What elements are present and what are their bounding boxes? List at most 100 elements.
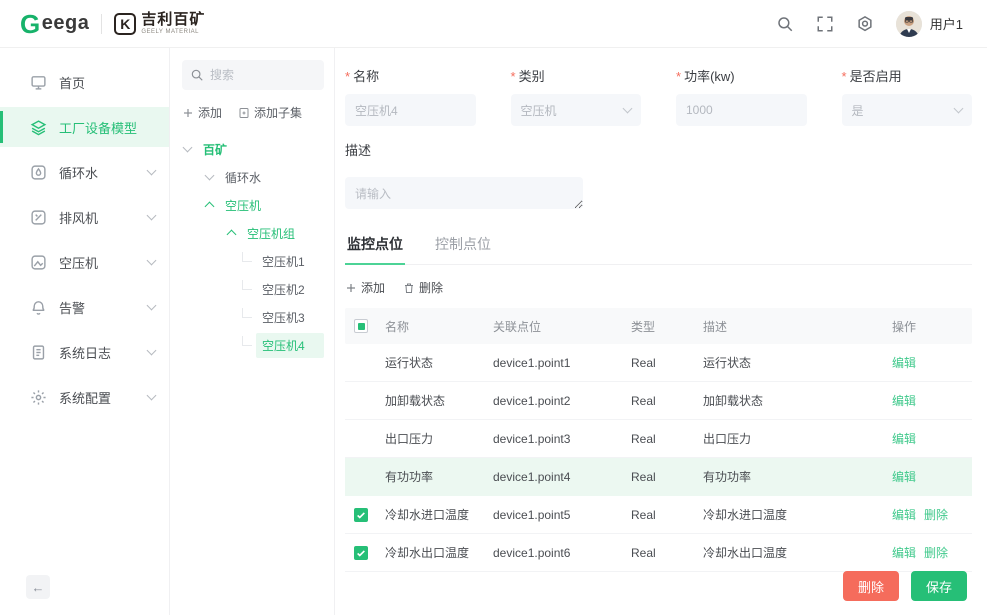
sidebar-item-air-compressor[interactable]: 空压机 [0,242,169,282]
tree-node-baikuang[interactable]: 百矿 [182,135,324,163]
monitor-points-table: 名称 关联点位 类型 描述 操作 运行状态 device1.point1 Rea… [345,308,972,572]
sidebar-item-system-log[interactable]: 系统日志 [0,332,169,372]
avatar[interactable] [896,11,922,37]
config-icon [30,389,47,406]
enabled-select[interactable]: 是 [842,94,973,126]
fullscreen-icon[interactable] [816,15,834,33]
geega-logo-text: eega [42,12,90,35]
tree-node-kongyaji2[interactable]: 空压机2 [182,275,324,303]
sidebar-item-label: 排风机 [59,208,136,227]
geega-logo: Geega [20,11,89,37]
tree-node-label: 空压机4 [256,333,324,358]
save-button[interactable]: 保存 [911,571,967,601]
chevron-down-icon [147,346,157,356]
col-header-point: 关联点位 [493,318,631,335]
plus-icon [345,282,357,294]
tree-node-kongyaji4[interactable]: 空压机4 [182,331,324,359]
tree-connector [242,280,252,290]
baikuang-logo: K 吉利百矿 GEELY MATERIAL [114,12,205,35]
table-row: 运行状态 device1.point1 Real 运行状态 编辑 [345,344,972,382]
table-delete-button[interactable]: 删除 [403,279,443,296]
edit-link[interactable]: 编辑 [892,468,916,485]
geega-g-mark: G [20,11,41,37]
cell-type: Real [631,508,703,522]
tree-search-input[interactable] [210,68,316,82]
doc-plus-icon [238,107,250,119]
sidebar-collapse-button[interactable]: ← [26,575,50,599]
tree-node-label: 空压机组 [241,221,301,246]
category-select[interactable]: 空压机 [511,94,642,126]
delete-button[interactable]: 删除 [843,571,899,601]
trash-icon [403,282,415,294]
required-asterisk: * [511,69,516,84]
user-menu[interactable]: 用户1 [896,11,963,37]
settings-icon[interactable] [856,15,874,33]
sidebar-item-factory-model[interactable]: 工厂设备模型 [0,107,169,147]
cell-type: Real [631,470,703,484]
table-row: 冷却水出口温度 device1.point6 Real 冷却水出口温度 编辑删除 [345,534,972,572]
name-input[interactable]: 空压机4 [345,94,476,126]
tree-node-kongyaji[interactable]: 空压机 [182,191,324,219]
table-row: 加卸载状态 device1.point2 Real 加卸载状态 编辑 [345,382,972,420]
tree-node-label: 空压机 [219,193,267,218]
sidebar-item-label: 告警 [59,298,136,317]
sidebar-item-alarm[interactable]: 告警 [0,287,169,327]
edit-link[interactable]: 编辑 [892,430,916,447]
chevron-down-icon [147,166,157,176]
cell-type: Real [631,432,703,446]
field-label-category: *类别 [511,66,642,85]
sidebar-item-circulating-water[interactable]: 循环水 [0,152,169,192]
field-label-power: *功率(kw) [676,66,807,85]
sidebar-item-system-config[interactable]: 系统配置 [0,377,169,417]
brand-area: Geega K 吉利百矿 GEELY MATERIAL [20,11,205,37]
cell-type: Real [631,546,703,560]
chevron-up-icon [205,202,215,212]
field-label-name: *名称 [345,66,476,85]
search-icon[interactable] [776,15,794,33]
edit-link[interactable]: 编辑 [892,506,916,523]
sidebar-item-label: 系统日志 [59,343,136,362]
tree-node-xunhuanshui[interactable]: 循环水 [182,163,324,191]
edit-link[interactable]: 编辑 [892,544,916,561]
table-add-button[interactable]: 添加 [345,279,385,296]
cell-name: 出口压力 [385,430,493,447]
layers-icon [30,119,47,136]
brand-name-en: GEELY MATERIAL [141,29,205,35]
tab-control-points[interactable]: 控制点位 [433,228,493,264]
power-input[interactable]: 1000 [676,94,807,126]
col-header-desc: 描述 [703,318,892,335]
tree-node-kongyaji1[interactable]: 空压机1 [182,247,324,275]
row-checkbox-checked[interactable] [354,546,368,560]
tab-monitor-points[interactable]: 监控点位 [345,228,405,264]
sidebar-item-exhaust-fan[interactable]: 排风机 [0,197,169,237]
sidebar-item-label: 工厂设备模型 [59,118,155,137]
delete-link[interactable]: 删除 [924,544,948,561]
brand-divider [101,14,102,34]
required-asterisk: * [842,69,847,84]
chevron-up-icon [227,230,237,240]
field-label-description: 描述 [345,140,972,159]
description-textarea[interactable] [345,177,583,209]
tree-node-kongyaji3[interactable]: 空压机3 [182,303,324,331]
edit-link[interactable]: 编辑 [892,354,916,371]
tree-node-kongyajizu[interactable]: 空压机组 [182,219,324,247]
chevron-down-icon [147,391,157,401]
delete-link[interactable]: 删除 [924,506,948,523]
cell-desc: 冷却水进口温度 [703,506,892,523]
tree-node-label: 百矿 [197,137,233,162]
sidebar-item-label: 首页 [59,73,155,92]
plus-icon [182,107,194,119]
edit-link[interactable]: 编辑 [892,392,916,409]
col-header-ops: 操作 [892,318,972,335]
row-checkbox-checked[interactable] [354,508,368,522]
cell-point: device1.point1 [493,356,631,370]
select-all-checkbox[interactable] [354,319,368,333]
tree-add-button[interactable]: 添加 [182,104,222,121]
table-delete-label: 删除 [419,279,443,296]
table-row-highlighted: 有功功率 device1.point4 Real 有功功率 编辑 [345,458,972,496]
tree-search[interactable] [182,60,324,90]
sidebar-item-home[interactable]: 首页 [0,62,169,102]
tree-add-subset-button[interactable]: 添加子集 [238,104,302,121]
tree-connector [242,252,252,262]
cell-point: device1.point6 [493,546,631,560]
